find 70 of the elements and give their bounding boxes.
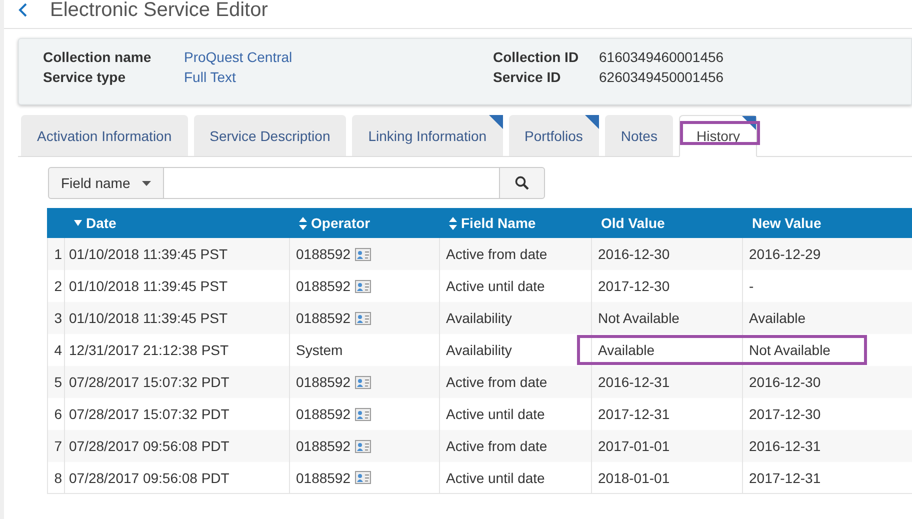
table-cell: 2017-01-01 xyxy=(591,430,742,462)
table-cell: Availability xyxy=(439,302,591,334)
table-cell: 07/28/2017 09:56:08 PDT xyxy=(64,430,289,462)
search-icon xyxy=(515,176,529,190)
field-label: Collection ID xyxy=(493,49,580,65)
table-cell: 2017-12-31 xyxy=(742,462,912,494)
contact-card-icon[interactable] xyxy=(354,280,371,292)
table-cell: 2016-12-31 xyxy=(742,430,912,462)
field-value: 6160349460001456 xyxy=(599,49,725,65)
column-header[interactable]: Date xyxy=(64,208,289,238)
contact-card-icon[interactable] xyxy=(354,312,371,324)
field-scope-dropdown[interactable]: Field name xyxy=(48,167,164,199)
contact-card-icon[interactable] xyxy=(354,376,371,388)
contact-card-icon[interactable] xyxy=(354,408,371,420)
table-cell: 0188592 xyxy=(296,470,351,486)
row-number: 5 xyxy=(47,366,64,398)
field-label: Service type xyxy=(43,69,126,85)
table-cell: Available xyxy=(742,302,912,334)
table-cell: Active from date xyxy=(439,366,591,398)
table-cell: 2016-12-31 xyxy=(591,366,742,398)
table-cell: Active from date xyxy=(439,430,591,462)
row-number: 8 xyxy=(47,462,64,494)
column-header: Old Value xyxy=(591,208,742,238)
field-link[interactable]: Full Text xyxy=(184,69,493,85)
table-cell: 01/10/2018 11:39:45 PST xyxy=(64,302,289,334)
table-cell: 0188592 xyxy=(296,278,351,294)
table-cell: 2016-12-30 xyxy=(742,366,912,398)
table-cell: Not Available xyxy=(591,302,742,334)
sort-icon xyxy=(299,216,307,230)
search-button[interactable] xyxy=(499,167,545,199)
table-cell: 0188592 xyxy=(296,406,351,422)
field-label: Service ID xyxy=(493,69,562,85)
tab[interactable]: Notes xyxy=(604,115,674,156)
table-cell: System xyxy=(296,342,343,358)
tab[interactable]: Activation Information xyxy=(21,115,188,156)
field-link[interactable]: ProQuest Central xyxy=(184,49,493,65)
row-number: 3 xyxy=(47,302,64,334)
field-value: 6260349450001456 xyxy=(599,69,725,85)
sort-icon xyxy=(449,216,457,230)
column-header: New Value xyxy=(742,208,912,238)
search-field[interactable] xyxy=(164,167,499,199)
table-cell: Active from date xyxy=(439,238,591,270)
tab[interactable]: Portfolios xyxy=(508,115,599,156)
table-cell: 2018-01-01 xyxy=(591,462,742,494)
contact-card-icon[interactable] xyxy=(354,471,371,484)
tab[interactable]: Service Description xyxy=(194,115,346,156)
field-label: Collection name xyxy=(43,49,152,65)
back-icon[interactable] xyxy=(18,3,28,17)
tab[interactable]: History xyxy=(679,115,758,157)
column-header[interactable]: Field Name xyxy=(439,208,591,238)
tab[interactable]: Linking Information xyxy=(352,115,503,156)
sort-descending-icon xyxy=(74,220,82,226)
contact-card-icon[interactable] xyxy=(354,440,371,452)
table-cell: 0188592 xyxy=(296,438,351,454)
table-cell: 2016-12-29 xyxy=(742,238,912,270)
page-title: Electronic Service Editor xyxy=(50,0,268,21)
table-cell: 0188592 xyxy=(296,246,351,262)
table-cell: 07/28/2017 15:07:32 PDT xyxy=(64,366,289,398)
table-cell: 2016-12-30 xyxy=(591,238,742,270)
table-cell: 0188592 xyxy=(296,310,351,326)
table-cell: 07/28/2017 09:56:08 PDT xyxy=(64,462,289,494)
row-number: 7 xyxy=(47,430,64,462)
contact-card-icon[interactable] xyxy=(354,248,371,260)
caret-icon xyxy=(142,180,152,186)
column-header xyxy=(47,208,64,238)
column-header[interactable]: Operator xyxy=(289,208,439,238)
row-number: 1 xyxy=(47,238,64,270)
table-cell: 01/10/2018 11:39:45 PST xyxy=(64,238,289,270)
table-cell: Active until date xyxy=(439,462,591,494)
table-cell: 0188592 xyxy=(296,374,351,390)
